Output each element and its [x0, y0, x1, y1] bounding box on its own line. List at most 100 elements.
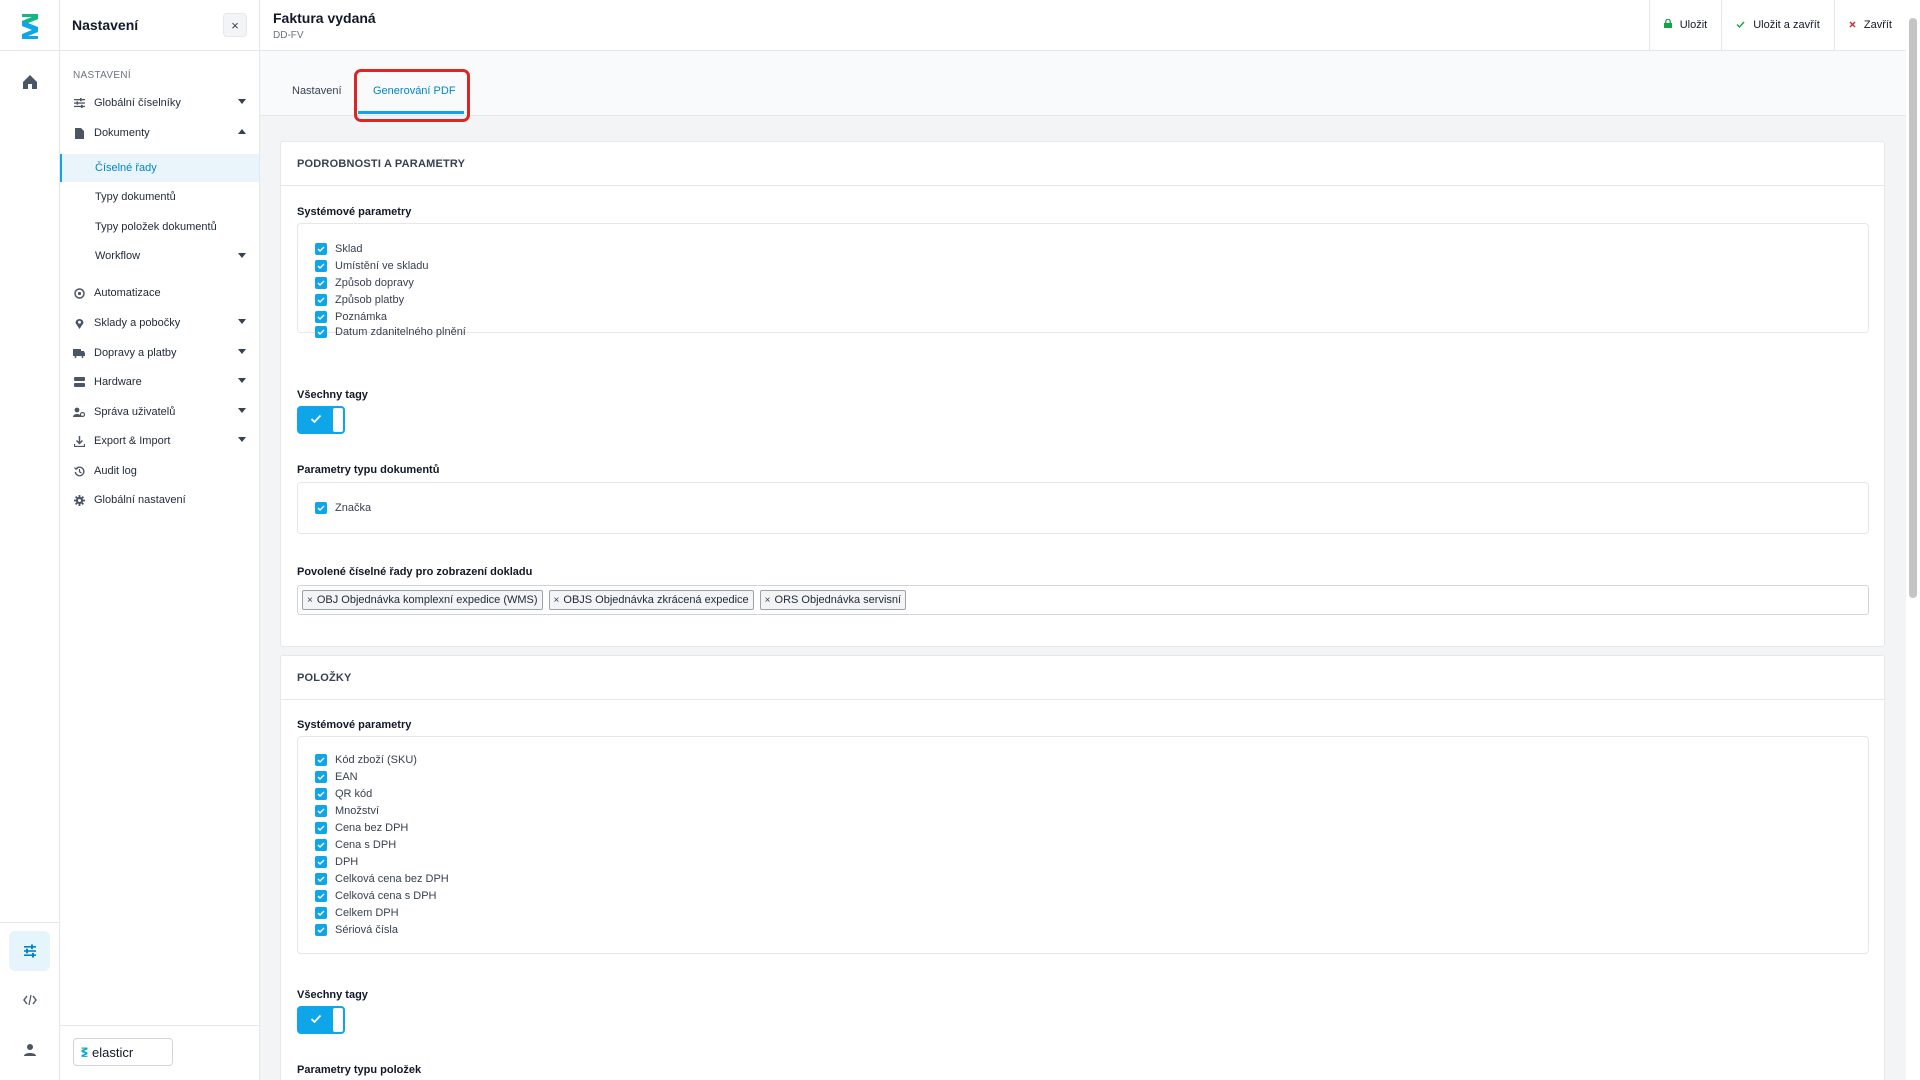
sidebar-item-automation[interactable]: Automatizace — [60, 280, 259, 306]
allowed-series-multiselect[interactable]: × OBJ Objednávka komplexní expedice (WMS)… — [297, 585, 1869, 615]
tag-label: OBJ Objednávka komplexní expedice (WMS) — [316, 594, 538, 606]
home-icon[interactable] — [20, 72, 40, 92]
checkbox-checked-icon[interactable] — [315, 907, 327, 919]
tab-settings[interactable]: Nastavení — [292, 85, 342, 97]
checkbox-checked-icon[interactable] — [315, 856, 327, 868]
check-icon — [1736, 20, 1745, 31]
checkbox-checked-icon[interactable] — [315, 277, 327, 289]
checkbox-checked-icon[interactable] — [315, 805, 327, 817]
checkbox-row[interactable]: Sériová čísla — [315, 922, 398, 938]
brand-badge[interactable]: elasticr — [73, 1038, 173, 1066]
checkbox-checked-icon[interactable] — [315, 788, 327, 800]
sidebar-item-export-import[interactable]: Export & Import — [60, 428, 259, 454]
sidebar-item-global-codelists[interactable]: Globální číselníky — [60, 90, 259, 116]
checkbox-label: Způsob platby — [335, 294, 405, 306]
checkbox-row[interactable]: DPH — [315, 854, 358, 870]
sidebar-item-warehouses[interactable]: Sklady a pobočky — [60, 310, 259, 336]
checkbox-row[interactable]: Datum zdanitelného plnění — [315, 324, 466, 340]
save-and-close-label: Uložit a zavřít — [1753, 19, 1820, 31]
series-tag[interactable]: × OBJ Objednávka komplexní expedice (WMS) — [302, 590, 543, 610]
series-tag[interactable]: × ORS Objednávka servisní — [759, 590, 907, 610]
sidebar-item-documents[interactable]: Dokumenty — [60, 120, 259, 146]
system-params-box: Sklad Umístění ve skladu Způsob dopravy … — [297, 223, 1869, 338]
all-tags-toggle[interactable] — [297, 406, 345, 434]
checkbox-row[interactable]: Kód zboží (SKU) — [315, 752, 417, 768]
checkbox-checked-icon[interactable] — [315, 754, 327, 766]
elasticr-logo-icon — [81, 1047, 88, 1057]
sidebar-item-audit-log[interactable]: Audit log — [60, 458, 259, 484]
sidebar-item-user-management[interactable]: Správa uživatelů — [60, 399, 259, 425]
sidebar-item-label: Sklady a pobočky — [94, 317, 181, 329]
checkbox-checked-icon[interactable] — [315, 243, 327, 255]
code-icon — [22, 994, 37, 1006]
sidebar-item-label: Export & Import — [94, 435, 171, 447]
checkbox-row[interactable]: QR kód — [315, 786, 372, 802]
checkbox-checked-icon[interactable] — [315, 311, 327, 323]
checkbox-label: Sériová čísla — [335, 924, 398, 936]
sidebar-item-hardware[interactable]: Hardware — [60, 369, 259, 395]
checkbox-row[interactable]: EAN — [315, 769, 358, 785]
save-and-close-button[interactable]: Uložit a zavřít — [1721, 0, 1834, 50]
checkbox-checked-icon[interactable] — [315, 502, 327, 514]
sidebar-item-label: Audit log — [94, 465, 137, 477]
checkbox-row[interactable]: Cena bez DPH — [315, 820, 408, 836]
check-icon — [310, 414, 322, 424]
settings-sidebar: Nastavení × NASTAVENÍ Globální číselníky… — [60, 0, 260, 1080]
scrollbar-thumb[interactable] — [1909, 18, 1917, 598]
checkbox-checked-icon[interactable] — [315, 822, 327, 834]
remove-tag-icon[interactable]: × — [554, 595, 560, 606]
checkbox-row[interactable]: Poznámka — [315, 309, 387, 325]
checkbox-row[interactable]: Sklad — [315, 241, 363, 257]
close-icon — [1849, 20, 1856, 31]
checkbox-checked-icon[interactable] — [315, 924, 327, 936]
checkbox-row[interactable]: Způsob dopravy — [315, 275, 414, 291]
sidebar-subitem-label: Workflow — [95, 250, 141, 262]
checkbox-row[interactable]: Umístění ve skladu — [315, 258, 429, 274]
save-button[interactable]: Uložit — [1648, 0, 1722, 50]
remove-tag-icon[interactable]: × — [307, 595, 313, 606]
checkbox-checked-icon[interactable] — [315, 873, 327, 885]
elasticr-logo-icon[interactable] — [18, 12, 42, 40]
sidebar-subitem-number-series[interactable]: Číselné řady — [60, 154, 259, 182]
checkbox-row[interactable]: Celková cena bez DPH — [315, 871, 449, 887]
sidebar-subitem-label: Číselné řady — [95, 162, 157, 174]
sidebar-item-global-settings[interactable]: Globální nastavení — [60, 487, 259, 513]
checkbox-row[interactable]: Množství — [315, 803, 379, 819]
checkbox-row[interactable]: Celkem DPH — [315, 905, 399, 921]
chevron-down-icon — [238, 408, 246, 413]
checkbox-checked-icon[interactable] — [315, 890, 327, 902]
sliders-icon — [73, 97, 85, 109]
settings-sliders-button[interactable] — [9, 931, 50, 971]
toggle-knob — [333, 408, 343, 432]
close-button[interactable]: Zavřít — [1833, 0, 1906, 50]
sidebar-subitem-document-item-types[interactable]: Typy položek dokumentů — [60, 213, 259, 241]
sidebar-item-label: Hardware — [94, 376, 142, 388]
checkbox-label: Sklad — [335, 243, 363, 255]
checkbox-checked-icon[interactable] — [315, 294, 327, 306]
checkbox-row[interactable]: Cena s DPH — [315, 837, 396, 853]
sliders-icon — [23, 944, 36, 958]
details-card: PODROBNOSTI A PARAMETRY Systémové parame… — [280, 141, 1885, 647]
checkbox-row[interactable]: Celková cena s DPH — [315, 888, 437, 904]
toggle-knob — [333, 1008, 343, 1032]
sidebar-subitem-workflow[interactable]: Workflow — [60, 242, 259, 270]
checkbox-label: EAN — [335, 771, 358, 783]
user-profile-button[interactable] — [9, 1030, 50, 1070]
series-tag[interactable]: × OBJS Objednávka zkrácená expedice — [548, 590, 754, 610]
brand-name: elasticr — [92, 1044, 134, 1060]
remove-tag-icon[interactable]: × — [765, 595, 771, 606]
sidebar-subitem-document-types[interactable]: Typy dokumentů — [60, 183, 259, 211]
checkbox-checked-icon[interactable] — [315, 326, 327, 338]
checkbox-row[interactable]: Způsob platby — [315, 292, 404, 308]
checkbox-row[interactable]: Značka — [315, 500, 371, 516]
sidebar-item-shipping-payments[interactable]: Dopravy a platby — [60, 340, 259, 366]
checkbox-label: DPH — [335, 856, 359, 868]
checkbox-checked-icon[interactable] — [315, 839, 327, 851]
checkbox-label: Poznámka — [335, 311, 387, 323]
developer-button[interactable] — [9, 980, 50, 1020]
tag-label: ORS Objednávka servisní — [774, 594, 902, 606]
checkbox-checked-icon[interactable] — [315, 771, 327, 783]
items-all-tags-toggle[interactable] — [297, 1006, 345, 1034]
checkbox-checked-icon[interactable] — [315, 260, 327, 272]
sidebar-close-button[interactable]: × — [223, 13, 247, 37]
